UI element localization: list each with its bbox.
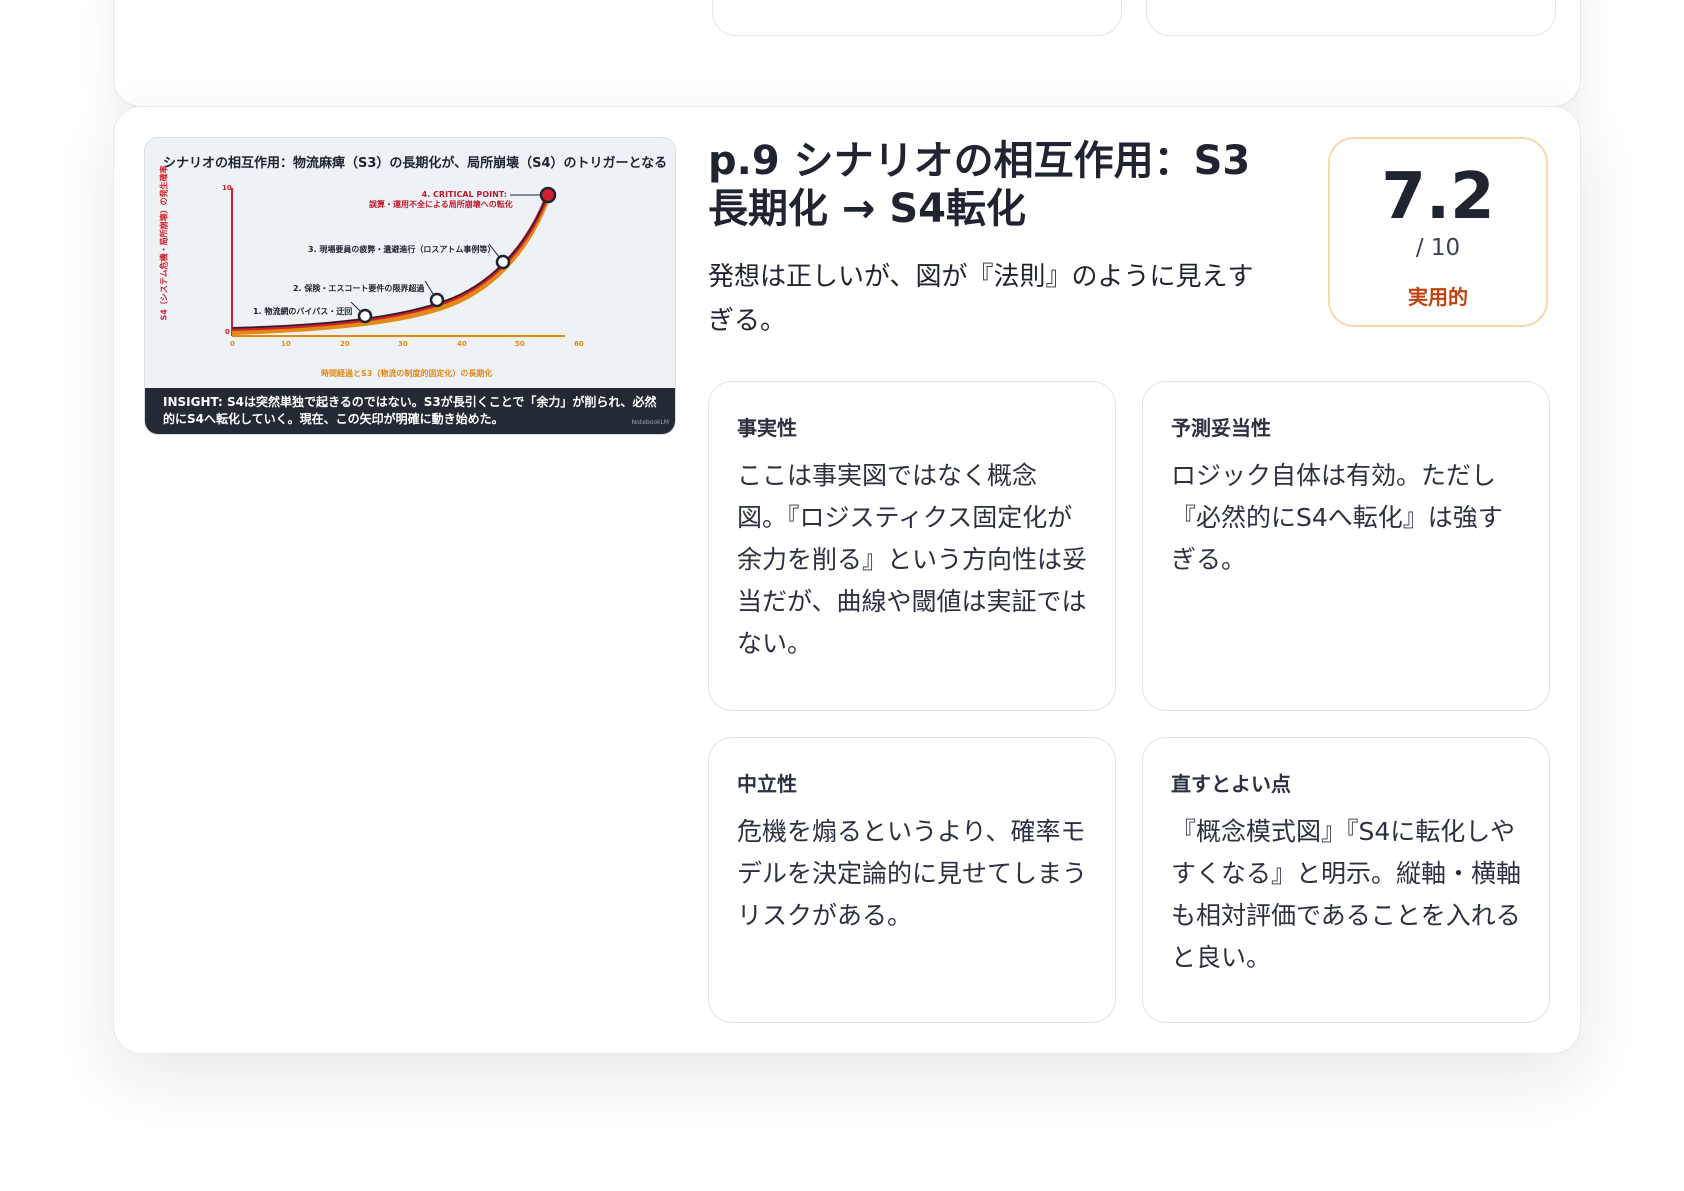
thumbnail-y-axis-label: S4（システム危機・局所崩壊）の発生確率 xyxy=(159,165,169,321)
x-tick: 30 xyxy=(398,340,408,348)
critical-point-label-line2: 誤算・運用不全による局所崩壊への転化 xyxy=(369,200,513,209)
watermark: NotebookLM xyxy=(631,419,669,426)
criteria-box-factuality: 事実性 ここは事実図ではなく概念図。『ロジスティクス固定化が余力を削る』という方… xyxy=(708,381,1116,711)
point-1-label: 1. 物流網のバイパス・迂回 xyxy=(253,307,353,316)
critical-point-marker xyxy=(539,186,557,204)
critical-point-label-line1: 4. CRITICAL POINT: xyxy=(421,190,507,199)
x-tick: 0 xyxy=(230,340,235,348)
criteria-body: 危機を煽るというより、確率モデルを決定論的に見せてしまうリスクがある。 xyxy=(737,817,1088,930)
thumbnail-x-axis-label: 時間経過とS3（物流の制度的固定化）の長期化 xyxy=(321,369,493,378)
slide-review-card: シナリオの相互作用：物流麻痺（S3）の長期化が、局所崩壊（S4）のトリガーとなる… xyxy=(113,106,1581,1054)
criteria-body: ここは事実図ではなく概念図。『ロジスティクス固定化が余力を削る』という方向性は妥… xyxy=(737,461,1088,658)
y-tick-0: 0 xyxy=(225,328,230,336)
criteria-body: 『概念模式図』『S4に転化しやすくなる』と明示。縦軸・横軸も相対評価であることを… xyxy=(1171,817,1522,972)
score-badge: 7.2 / 10 実用的 xyxy=(1328,137,1548,327)
criteria-body: ロジック自体は有効。ただし『必然的にS4へ転化』は強すぎる。 xyxy=(1171,461,1503,574)
criteria-box-improvements: 直すとよい点 『概念模式図』『S4に転化しやすくなる』と明示。縦軸・横軸も相対評… xyxy=(1142,737,1550,1023)
criteria-heading: 直すとよい点 xyxy=(1171,772,1291,796)
insight-text: INSIGHT: S4は突然単独で起きるのではない。S3が長引くことで「余力」が… xyxy=(163,395,657,426)
criteria-heading: 中立性 xyxy=(737,772,797,796)
y-tick-10: 10 xyxy=(222,184,232,192)
x-tick: 50 xyxy=(515,340,525,348)
slide-thumbnail[interactable]: シナリオの相互作用：物流麻痺（S3）の長期化が、局所崩壊（S4）のトリガーとなる… xyxy=(144,137,676,435)
x-tick: 20 xyxy=(340,340,350,348)
previous-criteria-box xyxy=(1146,0,1556,36)
previous-slide-card xyxy=(113,0,1581,107)
x-tick: 40 xyxy=(457,340,467,348)
point-3-label: 3. 現場要員の疲弊・遺避進行（ロスアトム事例等） xyxy=(308,245,496,254)
thumbnail-title: シナリオの相互作用：物流麻痺（S3）の長期化が、局所崩壊（S4）のトリガーとなる xyxy=(163,156,668,171)
critical-point-label: 4. CRITICAL POINT: 誤算・運用不全による局所崩壊への転化 xyxy=(369,190,513,210)
point-2-marker xyxy=(429,292,445,308)
criteria-heading: 予測妥当性 xyxy=(1171,416,1271,440)
point-1-marker xyxy=(357,308,373,324)
slide-summary: 発想は正しいが、図が『法則』のように見えすぎる。 xyxy=(708,262,1254,336)
score-value: 7.2 xyxy=(1381,160,1495,234)
slide-title: p.9 シナリオの相互作用：S3長期化 → S4転化 xyxy=(708,138,1251,232)
point-2-label: 2. 保険・エスコート要件の限界超過 xyxy=(293,284,425,293)
score-max: / 10 xyxy=(1415,235,1461,261)
criteria-box-neutrality: 中立性 危機を煽るというより、確率モデルを決定論的に見せてしまうリスクがある。 xyxy=(708,737,1116,1023)
score-tag: 実用的 xyxy=(1408,285,1468,309)
criteria-box-prediction: 予測妥当性 ロジック自体は有効。ただし『必然的にS4へ転化』は強すぎる。 xyxy=(1142,381,1550,711)
x-tick: 60 xyxy=(574,340,584,348)
x-tick: 10 xyxy=(281,340,291,348)
previous-criteria-box xyxy=(712,0,1122,36)
thumbnail-insight-bar: INSIGHT: S4は突然単独で起きるのではない。S3が長引くことで「余力」が… xyxy=(145,388,675,434)
criteria-heading: 事実性 xyxy=(737,416,797,440)
point-3-marker xyxy=(495,254,511,270)
